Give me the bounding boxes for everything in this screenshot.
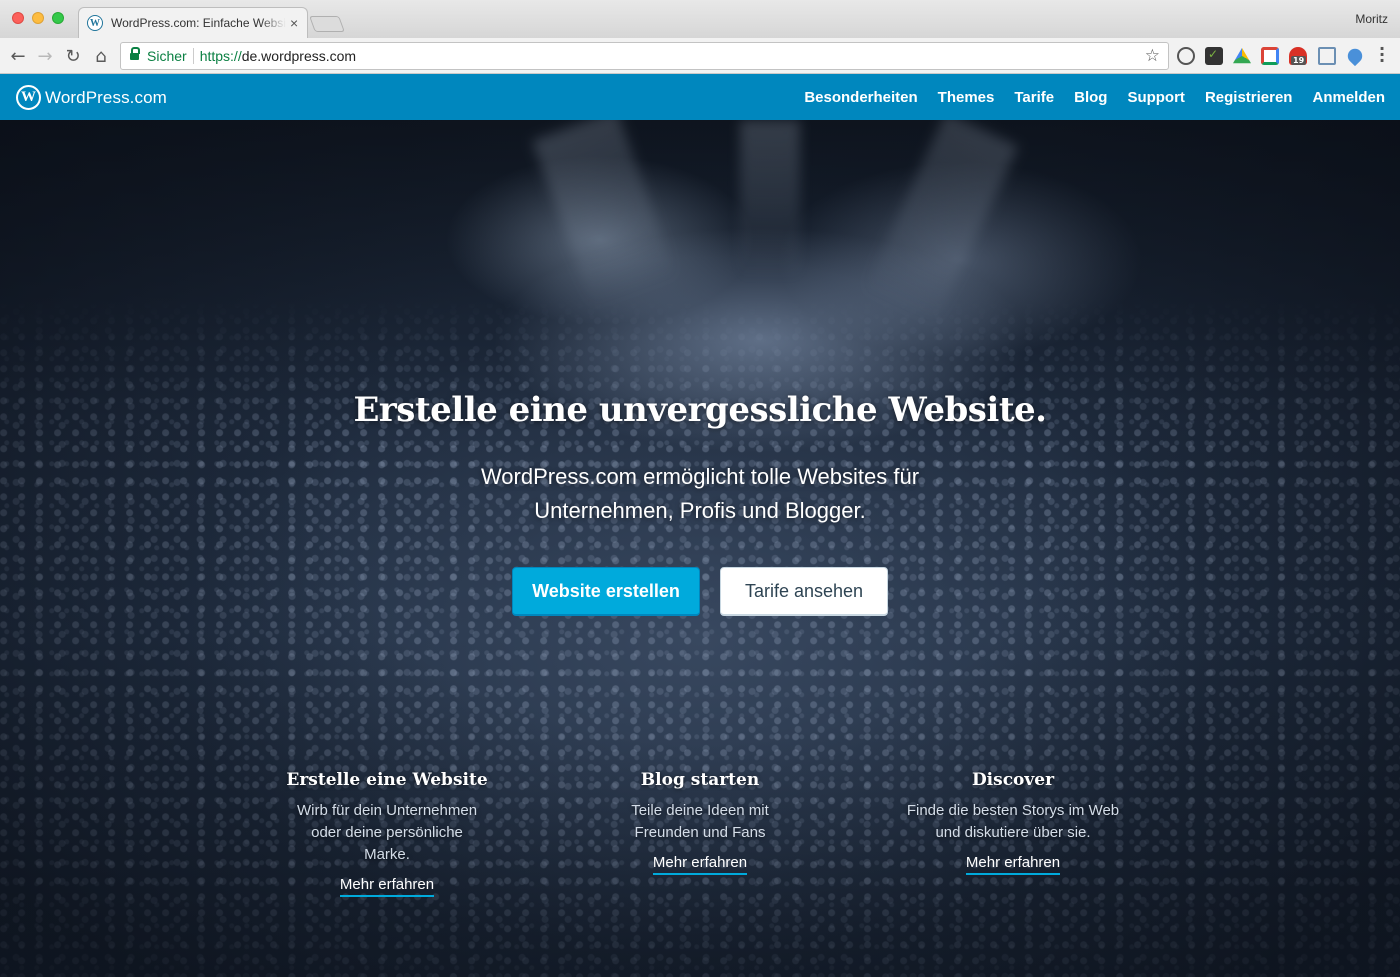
learn-more-link[interactable]: Mehr erfahren xyxy=(965,854,1061,875)
nav-anmelden[interactable]: Anmelden xyxy=(1312,89,1385,106)
feature-title: Erstelle eine Website xyxy=(286,770,488,790)
kebab-menu-icon[interactable]: · · · xyxy=(1373,41,1391,69)
forward-arrow-icon[interactable]: → xyxy=(34,45,56,67)
address-bar[interactable]: Sicher https:// de.wordpress.com ☆ xyxy=(120,42,1169,70)
site-nav: Besonderheiten Themes Tarife Blog Suppor… xyxy=(804,74,1400,120)
url-host: de.wordpress.com xyxy=(241,48,357,64)
feature-text: Teile deine Ideen mit Freunden und Fans xyxy=(631,802,769,841)
translate-extension-icon[interactable] xyxy=(1261,47,1279,65)
screenshot-extension-icon[interactable] xyxy=(1318,47,1336,65)
reload-icon[interactable]: ↻ xyxy=(62,45,84,67)
secure-label[interactable]: Sicher xyxy=(147,48,187,64)
url-scheme: https:// xyxy=(199,48,242,64)
back-arrow-icon[interactable]: ← xyxy=(7,45,29,67)
nav-registrieren[interactable]: Registrieren xyxy=(1205,89,1293,106)
feature-text: Finde die besten Storys im Web und disku… xyxy=(906,802,1120,841)
page-viewport: W WordPress.com Besonderheiten Themes Ta… xyxy=(0,74,1400,977)
create-website-button[interactable]: Website erstellen xyxy=(512,567,700,616)
drive-extension-icon[interactable] xyxy=(1233,47,1251,64)
home-icon[interactable]: ⌂ xyxy=(90,45,112,67)
browser-tab-active[interactable]: W WordPress.com: Einfache Websites × xyxy=(78,7,308,38)
hero-content: Erstelle eine unvergessliche Website. Wo… xyxy=(0,120,1400,977)
close-window-button[interactable] xyxy=(12,12,24,24)
minimize-window-button[interactable] xyxy=(32,12,44,24)
tab-close-icon[interactable]: × xyxy=(290,15,298,31)
lock-icon xyxy=(130,47,140,61)
profile-name[interactable]: Moritz xyxy=(1355,12,1388,26)
browser-toolbar: ← → ↻ ⌂ Sicher https:// de.wordpress.com… xyxy=(0,38,1400,74)
site-header: W WordPress.com Besonderheiten Themes Ta… xyxy=(0,74,1400,120)
feature-text: Wirb für dein Unternehmen oder deine per… xyxy=(296,802,478,863)
feature-create-website: Erstelle eine Website Wirb für dein Unte… xyxy=(277,770,497,897)
feature-title: Blog starten xyxy=(640,770,760,790)
feature-start-blog: Blog starten Teile deine Ideen mit Freun… xyxy=(600,770,800,875)
extension-badge: 19 xyxy=(1291,56,1307,65)
hero-subtitle: WordPress.com ermöglicht tolle Websites … xyxy=(480,464,920,523)
feature-discover: Discover Finde die besten Storys im Web … xyxy=(903,770,1123,875)
wordpress-logo-icon: W xyxy=(16,85,41,110)
nav-blog[interactable]: Blog xyxy=(1074,89,1107,106)
nav-tarife[interactable]: Tarife xyxy=(1014,89,1054,106)
new-tab-button[interactable] xyxy=(309,16,345,32)
maximize-window-button[interactable] xyxy=(52,12,64,24)
learn-more-link[interactable]: Mehr erfahren xyxy=(339,876,435,897)
todo-extension-icon[interactable] xyxy=(1205,47,1223,65)
sync-extension-icon[interactable] xyxy=(1177,47,1195,65)
calendar-extension-icon[interactable]: 19 xyxy=(1289,47,1307,65)
bookmark-star-icon[interactable]: ☆ xyxy=(1145,46,1160,66)
view-plans-button[interactable]: Tarife ansehen xyxy=(720,567,888,616)
learn-more-link[interactable]: Mehr erfahren xyxy=(652,854,748,875)
wordpress-favicon-icon: W xyxy=(87,15,103,31)
browser-tab-strip: W WordPress.com: Einfache Websites × Mor… xyxy=(0,0,1400,38)
nav-themes[interactable]: Themes xyxy=(938,89,995,106)
feature-title: Discover xyxy=(971,770,1055,790)
tab-title: WordPress.com: Einfache Websites xyxy=(111,16,286,30)
nav-besonderheiten[interactable]: Besonderheiten xyxy=(804,89,917,106)
site-brand-name: WordPress.com xyxy=(45,87,167,107)
nav-support[interactable]: Support xyxy=(1127,89,1185,106)
bird-extension-icon[interactable] xyxy=(1344,45,1366,67)
hero-section: Erstelle eine unvergessliche Website. Wo… xyxy=(0,110,1400,977)
site-logo[interactable]: W WordPress.com xyxy=(16,85,167,110)
hero-title: Erstelle eine unvergessliche Website. xyxy=(353,390,1047,430)
address-bar-divider xyxy=(192,48,194,64)
